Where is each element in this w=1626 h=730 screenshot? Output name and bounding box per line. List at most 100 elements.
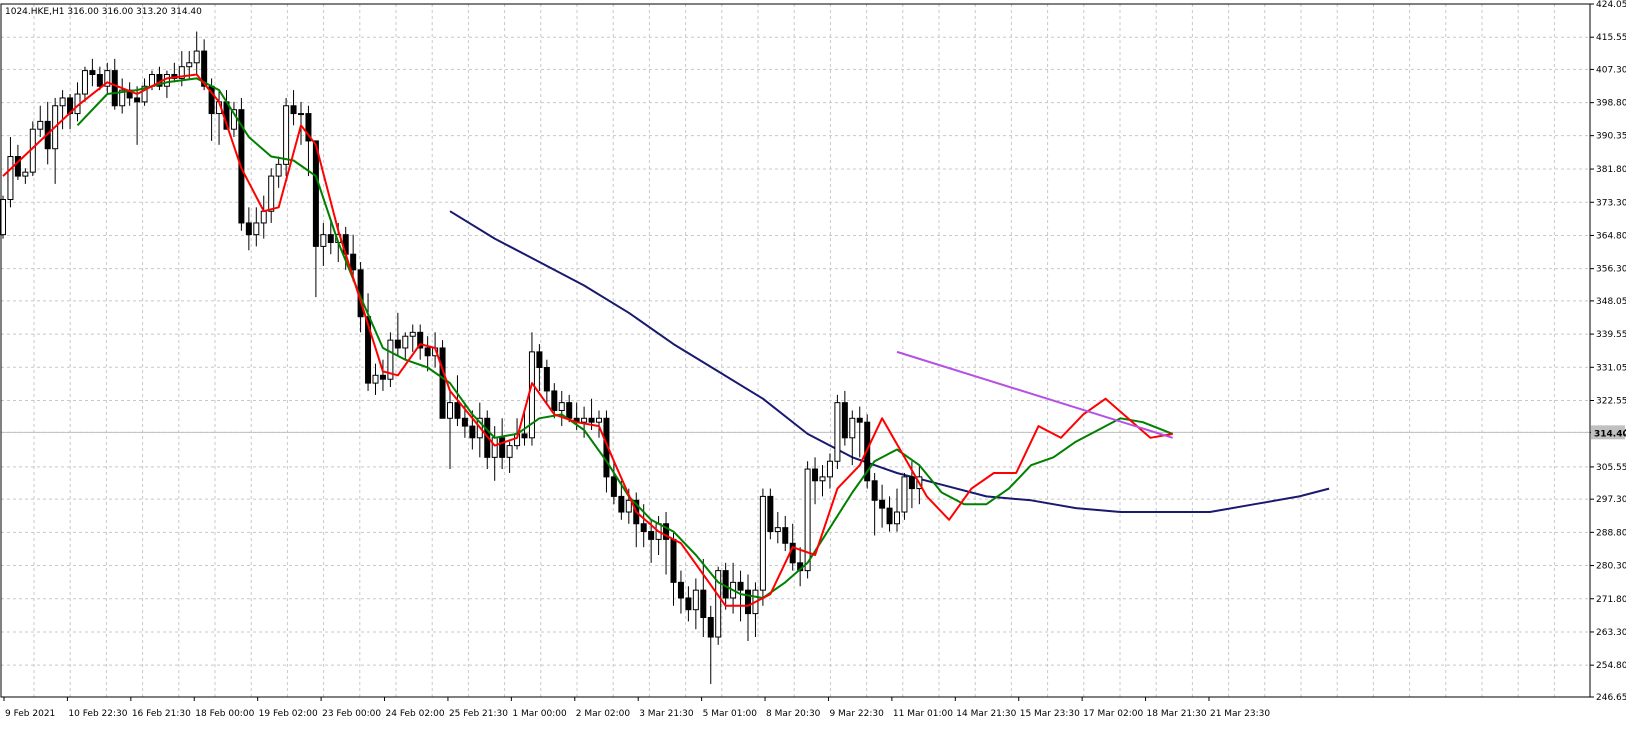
chart-window[interactable]: 424.05 415.55 407.30 398.80 390.35 381.80 373.… [0, 0, 1626, 726]
y-tick-label: 288.80 [1596, 528, 1626, 538]
x-tick-label: 3 Mar 21:30 [639, 709, 694, 719]
candle-body-down [499, 437, 506, 458]
candle-body-up [849, 417, 856, 439]
candle-body-down [439, 347, 446, 419]
x-tick-label: 24 Feb 02:00 [386, 709, 445, 719]
candle-body-down [245, 222, 252, 236]
candle-body-up [260, 210, 267, 224]
plot-area[interactable] [1, 4, 1590, 697]
candle-body-down [111, 70, 118, 107]
candle-body-up [692, 589, 699, 611]
y-tick-label: 424.05 [1596, 0, 1626, 10]
y-tick-label: 381.80 [1596, 165, 1626, 175]
candle-body-down [886, 507, 893, 525]
y-tick-label: 331.05 [1596, 363, 1626, 373]
candle-body-up [37, 120, 44, 130]
candle-body-up [409, 331, 416, 337]
x-tick-label: 9 Feb 2021 [5, 709, 55, 719]
candle-body-up [596, 417, 602, 423]
candle-body-down [677, 581, 684, 599]
candle-body-up [298, 113, 304, 116]
y-tick-label: 407.30 [1596, 65, 1626, 75]
y-tick-label: 280.30 [1596, 562, 1626, 572]
candle-body-down [707, 617, 714, 638]
candle-body-up [320, 234, 327, 247]
y-tick-label: 373.30 [1596, 198, 1626, 208]
candle-body-down [350, 253, 357, 271]
candle-body-down [856, 417, 863, 423]
y-tick-label: 246.65 [1596, 693, 1626, 703]
candle-body-down [610, 476, 617, 497]
candle-body-down [782, 527, 789, 544]
candle-body-up [834, 402, 841, 462]
x-tick-label: 16 Feb 21:30 [132, 709, 191, 719]
price-chart[interactable]: 424.05 415.55 407.30 398.80 390.35 381.80 373.… [0, 0, 1626, 726]
candle-body-up [193, 50, 200, 64]
candle-body-down [685, 597, 692, 611]
x-tick-label: 25 Feb 21:30 [449, 709, 508, 719]
candle-body-up [774, 527, 781, 533]
candle-body-down [767, 495, 774, 533]
x-tick-label: 14 Mar 21:30 [956, 709, 1016, 719]
candle-body-down [700, 589, 707, 619]
candle-body-up [59, 97, 66, 107]
candle-body-down [737, 581, 744, 591]
y-tick-label: 263.30 [1596, 628, 1626, 638]
candle-body-up [625, 499, 632, 513]
candle-body-down [469, 425, 476, 439]
candle-body-down [871, 480, 878, 501]
candle-body-down [551, 390, 558, 411]
candle-body-up [7, 156, 14, 201]
candle-body-down [908, 476, 915, 490]
candle-body-down [588, 417, 595, 423]
candle-body-up [804, 468, 811, 572]
x-tick-label: 11 Mar 01:00 [893, 709, 953, 719]
candle-body-down [454, 402, 461, 419]
y-tick-label: 254.80 [1596, 661, 1626, 671]
x-tick-label: 8 Mar 20:30 [766, 709, 821, 719]
candle-body-down [134, 97, 141, 103]
candle-body-up [558, 402, 565, 411]
x-tick-label: 1 Mar 00:00 [512, 709, 567, 719]
candle-body-up [447, 402, 453, 419]
x-tick-label: 19 Feb 02:00 [259, 709, 318, 719]
candle-body-up [253, 222, 260, 236]
candle-body-up [819, 476, 826, 482]
candle-body-down [566, 402, 573, 419]
x-tick-label: 17 Mar 02:00 [1083, 709, 1143, 719]
y-tick-label: 364.80 [1596, 231, 1626, 241]
candle-body-down [745, 589, 751, 615]
candle-body-down [424, 347, 431, 357]
x-tick-label: 21 Mar 23:30 [1210, 709, 1270, 719]
y-tick-label: 398.80 [1596, 99, 1626, 109]
x-tick-label: 5 Mar 01:00 [703, 709, 758, 719]
candle-body-up [506, 445, 513, 458]
y-tick-label: 348.05 [1596, 297, 1626, 307]
candle-body-up [275, 163, 282, 177]
x-tick-label: 9 Mar 22:30 [829, 709, 884, 719]
candle-body-up [81, 70, 88, 95]
candle-body-down [640, 523, 647, 533]
candle-body-down [812, 468, 819, 482]
candle-body-down [648, 531, 655, 540]
candle-body-down [618, 495, 625, 513]
candle-body-up [22, 171, 29, 177]
y-tick-label: 297.30 [1596, 495, 1626, 505]
x-tick-label: 18 Feb 00:00 [195, 709, 254, 719]
y-tick-label: 322.55 [1596, 397, 1626, 407]
candle-body-up [402, 335, 409, 349]
candle-body-up [581, 417, 588, 423]
y-tick-label: 390.35 [1596, 132, 1626, 142]
y-tick-label: 415.55 [1596, 33, 1626, 43]
candle-body-up [283, 105, 290, 165]
candle-body-down [461, 417, 468, 427]
candle-body-down [394, 339, 401, 349]
candle-body-down [670, 538, 677, 583]
candle-body-down [312, 140, 319, 247]
y-tick-label: 356.30 [1596, 265, 1626, 275]
current-price-label: 314.40 [1594, 429, 1626, 439]
x-tick-label: 2 Mar 02:00 [576, 709, 631, 719]
candle-body-up [186, 62, 193, 68]
candle-body-down [290, 105, 297, 115]
x-tick-label: 15 Mar 23:30 [1020, 709, 1080, 719]
